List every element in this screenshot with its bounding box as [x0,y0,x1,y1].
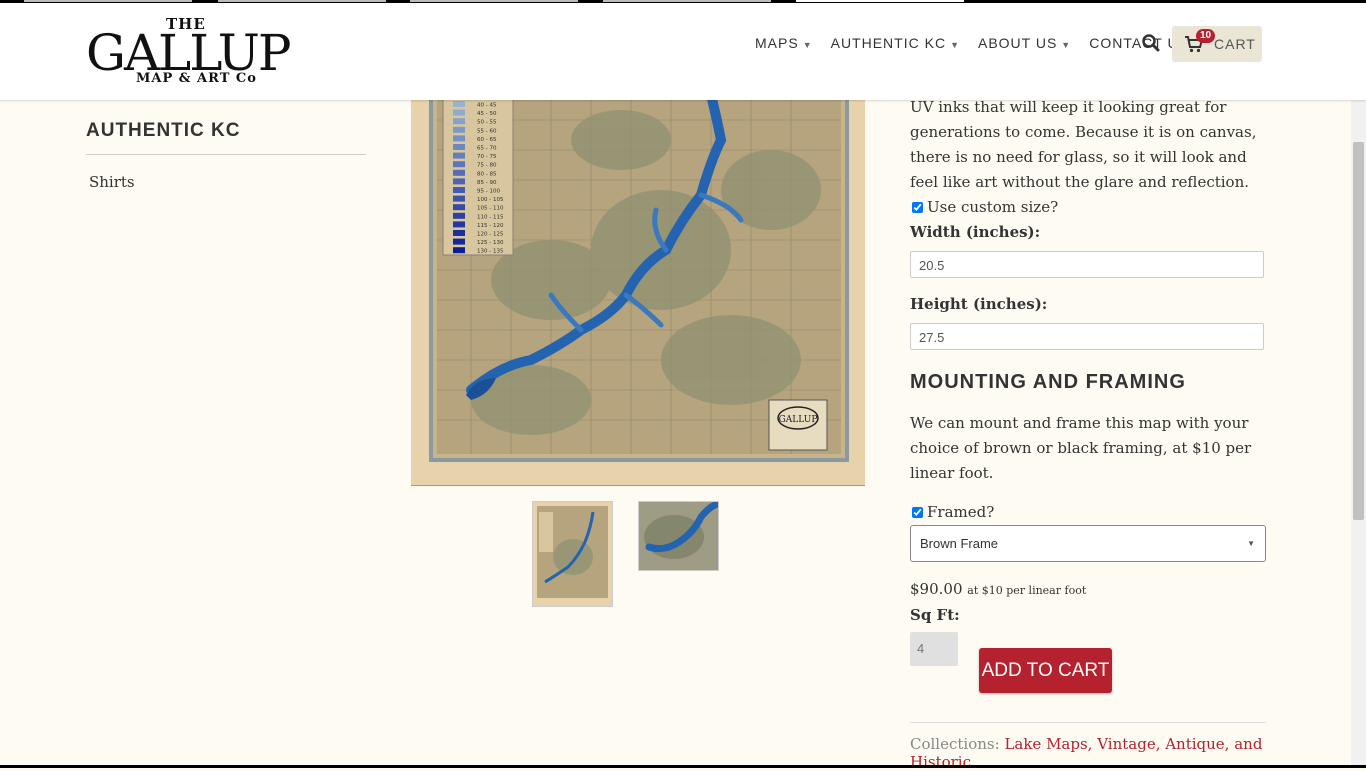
thumbnail-full-map[interactable] [532,501,613,607]
framed-row: Framed? [910,500,1266,525]
mounting-heading: MOUNTING AND FRAMING [910,371,1186,393]
framed-label: Framed? [927,503,995,521]
frame-select[interactable]: Brown Frame ▼ [910,525,1266,562]
site-logo[interactable]: THE GALLUP MAP & ART Co [86,13,292,93]
legend-label: 60 - 65 [477,137,497,143]
legend-label: 105 - 110 [477,206,504,212]
search-icon[interactable] [1141,33,1161,53]
height-input[interactable]: 27.5 [910,323,1264,350]
product-description: UV inks that will keep it looking great … [910,98,1257,191]
legend-label: 100 - 105 [477,197,504,203]
legend-swatch [453,126,465,133]
width-label: Width (inches): [910,223,1041,241]
legend-label: 50 - 55 [477,120,497,126]
legend-label: 125 - 130 [477,240,504,246]
legend-swatch [453,221,465,228]
collections-label: Collections: [910,735,1000,753]
frame-select-value: Brown Frame [920,536,999,551]
legend-swatch [453,135,465,142]
mounting-description: We can mount and frame this map with you… [910,414,1252,482]
nav-item-maps[interactable]: MAPS ▼ [755,35,813,51]
legend-swatch [453,144,465,150]
chevron-down-icon: ▼ [1247,539,1255,548]
legend-label: 95 - 100 [477,189,500,195]
sidebar-title: AUTHENTIC KC [86,120,366,155]
nav-item-about-us[interactable]: ABOUT US ▼ [978,35,1071,51]
price-note: at $10 per linear foot [967,584,1087,597]
chevron-down-icon: ▼ [1061,40,1072,50]
add-to-cart-button[interactable]: ADD TO CART [979,648,1112,693]
height-label: Height (inches): [910,295,1048,313]
legend-label: 110 - 115 [477,214,504,220]
main-nav: MAPS ▼ AUTHENTIC KC ▼ ABOUT US ▼ CONTACT US [755,35,1207,51]
sidebar-item-shirts[interactable]: Shirts [89,173,366,191]
legend-swatch [453,230,465,236]
sqft-label: Sq Ft: [910,606,960,624]
chevron-down-icon: ▼ [802,40,813,50]
legend-swatch [453,204,465,211]
legend-swatch [453,195,465,202]
custom-size-row: Use custom size? [910,195,1266,220]
legend-swatch [453,247,465,254]
browser-tab-strip [0,0,1366,3]
sqft-input[interactable]: 4 [910,632,958,666]
custom-size-checkbox[interactable] [912,202,923,213]
custom-size-label: Use custom size? [927,198,1059,216]
legend-label: 55 - 60 [477,128,497,134]
scrollbar-thumb[interactable] [1353,142,1364,520]
legend-label: 75 - 80 [477,163,497,169]
price-value: $90.00 [910,580,963,598]
legend-swatch [453,109,465,116]
legend-swatch [453,169,465,176]
legend-swatch [453,152,465,159]
cart-label: CART [1214,36,1256,52]
product-info: UV inks that will keep it looking great … [910,82,1266,666]
legend-swatch [453,178,465,185]
legend-label: 45 - 50 [477,111,497,117]
product-main-image[interactable]: 40 - 45 45 - 50 50 - 55 55 - 60 60 - 65 65 - … [411,100,865,486]
collections-row: Collections: Lake Maps, Vintage, Antique… [910,722,1266,771]
legend-swatch [453,161,465,168]
legend-label: 65 - 70 [477,146,497,152]
legend-swatch [453,212,465,219]
chevron-down-icon: ▼ [950,40,960,50]
logo-subtitle: MAP & ART Co [136,71,257,86]
legend-swatch [453,187,465,193]
legend-swatch [453,118,465,125]
legend-label: 120 - 125 [477,232,504,238]
legend-swatch [453,101,465,107]
width-input[interactable]: 20.5 [910,251,1264,278]
legend-label: 115 - 120 [477,223,504,229]
legend-label: 70 - 75 [477,154,497,160]
thumbnail-map-detail[interactable] [638,501,719,571]
site-header: THE GALLUP MAP & ART Co MAPS ▼ AUTHENTIC … [0,3,1366,100]
framed-checkbox[interactable] [912,507,923,518]
legend-label: 130 - 135 [477,249,504,255]
legend-label: 40 - 45 [477,103,497,109]
sidebar: AUTHENTIC KC Shirts [86,120,366,191]
cart-count-badge: 10 [1196,29,1216,43]
legend-label: 85 - 90 [477,180,497,186]
legend-swatch [453,238,465,245]
legend-label: 80 - 85 [477,171,497,177]
page-scrollbar[interactable] [1351,100,1366,768]
map-logo-text: GALLUP [779,415,818,425]
cart-button[interactable]: 10 CART [1172,26,1262,62]
price-row: $90.00 at $10 per linear foot [910,577,1266,603]
nav-item-authentic-kc[interactable]: AUTHENTIC KC ▼ [831,35,960,51]
